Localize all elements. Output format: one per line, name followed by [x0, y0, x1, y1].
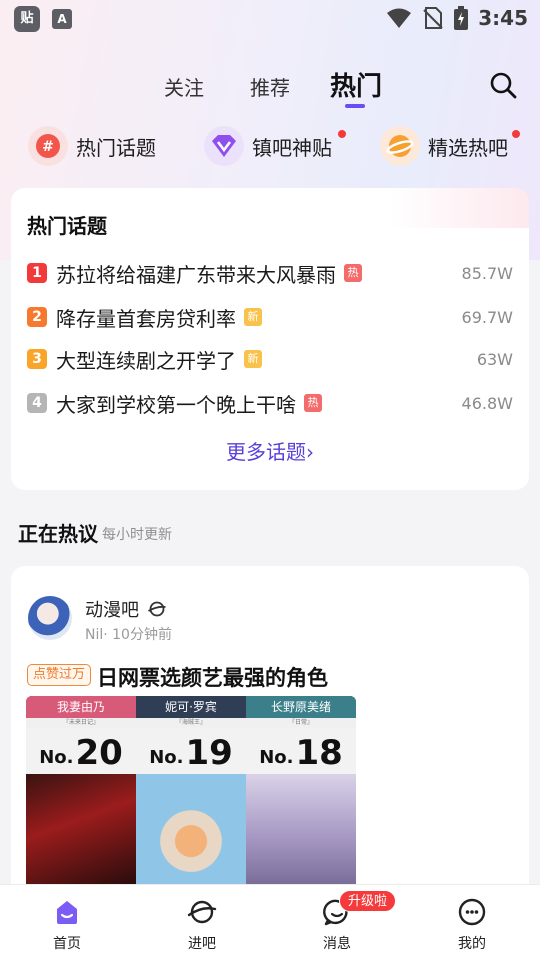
nav-label: 我的 [458, 936, 486, 952]
planet-icon [148, 601, 166, 617]
rank-number: No. 18 [246, 728, 356, 774]
upgrade-badge: 升级啦 [339, 890, 397, 912]
avatar[interactable] [28, 596, 72, 640]
post-meta: Nil· 10分钟前 [85, 627, 172, 643]
status-indicators: 3:45 [386, 4, 528, 32]
topic-row-3[interactable]: 3 大型连续剧之开学了 新 63W [27, 345, 513, 373]
ranking-panel: 长野原美绪 『日常』 No. 18 [246, 696, 356, 896]
new-tag: 新 [244, 350, 262, 368]
bottom-nav: 首页 进吧 消息 我的 [0, 884, 540, 960]
rank-badge: 2 [27, 307, 47, 327]
shortcut-featured-forums[interactable]: 精选热吧 [380, 122, 520, 170]
nav-label: 首页 [53, 936, 81, 952]
character-art [246, 774, 356, 896]
shortcut-hot-topics[interactable]: # 热门话题 [28, 122, 156, 170]
topic-count: 46.8W [461, 393, 513, 413]
rank-number: No. 20 [26, 728, 136, 774]
topic-count: 69.7W [461, 307, 513, 327]
section-subtitle: 每小时更新 [102, 527, 172, 543]
character-name: 长野原美绪 [246, 696, 356, 718]
hot-tag: 热 [344, 264, 362, 282]
hot-tag: 热 [304, 394, 322, 412]
ranking-panel: 我妻由乃 『未来日记』 No. 20 [26, 696, 136, 896]
rank-badge: 4 [27, 393, 47, 413]
a-notification-icon: A [52, 9, 72, 29]
hot-topics-title: 热门话题 [27, 214, 107, 238]
series-name: 『未来日记』 [26, 718, 136, 728]
wifi-icon [387, 8, 412, 28]
new-dot [512, 130, 520, 138]
section-title: 正在热议 [18, 522, 98, 546]
shortcut-label: 热门话题 [76, 135, 156, 160]
no-sim-icon [423, 7, 443, 29]
smile-face-icon [458, 898, 486, 926]
nav-label: 进吧 [188, 936, 216, 952]
card-decoration [389, 188, 529, 228]
rank-badge: 1 [27, 263, 47, 283]
nav-label: 消息 [323, 936, 351, 952]
shortcut-row: # 热门话题 镇吧神贴 精选热吧 [0, 122, 540, 170]
character-name: 妮可·罗宾 [136, 696, 246, 718]
rank-number: No. 19 [136, 728, 246, 774]
character-art [136, 774, 246, 896]
battery-charging-icon [454, 6, 469, 30]
tab-hot[interactable]: 热门 [330, 66, 382, 103]
search-icon[interactable] [488, 70, 518, 100]
top-tabs: 关注 推荐 热门 [0, 64, 540, 112]
tab-follow[interactable]: 关注 [164, 72, 204, 101]
topic-text: 大家到学校第一个晚上干啥 [56, 392, 296, 417]
character-art [26, 774, 136, 896]
nav-home[interactable]: 首页 [27, 885, 107, 960]
status-time: 3:45 [478, 6, 528, 30]
hashtag-icon: # [28, 126, 68, 166]
series-name: 『海贼王』 [136, 718, 246, 728]
planet-icon [380, 126, 420, 166]
tab-recommend[interactable]: 推荐 [250, 72, 290, 101]
nav-profile[interactable]: 我的 [432, 885, 512, 960]
post-title[interactable]: 日网票选颜艺最强的角色 [97, 662, 328, 692]
hot-topics-card: 热门话题 1 苏拉将给福建广东带来大风暴雨 热 85.7W 2 降存量首套房贷利… [11, 188, 529, 490]
series-name: 『日常』 [246, 718, 356, 728]
topic-count: 85.7W [461, 263, 513, 283]
rank-badge: 3 [27, 349, 47, 369]
topic-row-4[interactable]: 4 大家到学校第一个晚上干啥 热 46.8W [27, 389, 513, 417]
topic-count: 63W [476, 349, 513, 369]
active-tab-indicator [345, 104, 365, 108]
more-topics-link[interactable]: 更多话题› [11, 436, 529, 465]
topic-row-2[interactable]: 2 降存量首套房贷利率 新 69.7W [27, 303, 513, 331]
new-tag: 新 [244, 308, 262, 326]
shortcut-label: 精选热吧 [428, 135, 508, 160]
status-bar: 贴 A 3:45 [0, 0, 540, 36]
shortcut-top-posts[interactable]: 镇吧神贴 [204, 122, 346, 170]
new-dot [338, 130, 346, 138]
topic-text: 大型连续剧之开学了 [56, 348, 236, 373]
tieba-notification-icon: 贴 [14, 6, 40, 32]
topic-text: 苏拉将给福建广东带来大风暴雨 [56, 262, 336, 287]
post-image[interactable]: 我妻由乃 『未来日记』 No. 20 妮可·罗宾 『海贼王』 No. 19 长野原美… [26, 696, 356, 896]
likes-badge: 点赞过万 [27, 664, 92, 686]
character-name: 我妻由乃 [26, 696, 136, 718]
ranking-panel: 妮可·罗宾 『海贼王』 No. 19 [136, 696, 246, 896]
shortcut-label: 镇吧神贴 [252, 135, 332, 160]
svg-text:#: # [42, 139, 54, 155]
topic-text: 降存量首套房贷利率 [56, 306, 236, 331]
home-icon [57, 901, 77, 924]
nav-forums[interactable]: 进吧 [162, 885, 242, 960]
topic-row-1[interactable]: 1 苏拉将给福建广东带来大风暴雨 热 85.7W [27, 259, 513, 287]
planet-icon [187, 900, 217, 924]
v-diamond-icon [204, 126, 244, 166]
forum-name[interactable]: 动漫吧 [85, 596, 139, 622]
